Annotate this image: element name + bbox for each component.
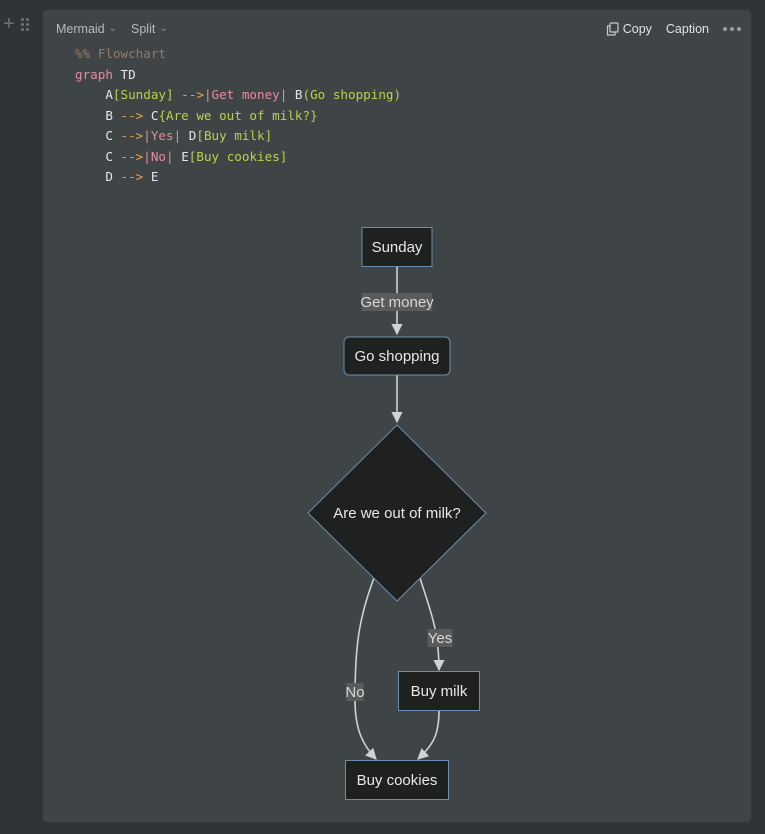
flowchart-node-e: Buy cookies: [345, 760, 449, 800]
block-handle: +: [3, 14, 29, 34]
edge-c-e: [354, 577, 377, 760]
flowchart-node-b: Go shopping: [343, 336, 451, 376]
edge-label-text: Get money: [360, 294, 434, 311]
flowchart-node-a: Sunday: [361, 227, 433, 267]
node-label: Go shopping: [354, 348, 439, 365]
drag-handle-icon[interactable]: [20, 17, 29, 31]
edge-label: Get money: [360, 293, 434, 311]
edge-label-text: No: [345, 684, 364, 701]
node-label: Buy cookies: [357, 772, 438, 789]
edge-c-d: [419, 577, 445, 672]
node-label: Sunday: [372, 239, 423, 256]
mermaid-code-block: Mermaid ⌄ Split ⌄ Copy Caption %% Flowch…: [43, 10, 751, 822]
edge-label-text: Yes: [428, 630, 452, 647]
edge-label: Yes: [427, 629, 453, 647]
mermaid-diagram: Get money Yes No Sunday Go shopping Are we o…: [307, 227, 487, 800]
node-label: Are we out of milk?: [333, 505, 461, 522]
flowchart-node-d: Buy milk: [398, 671, 480, 711]
edge-d-e: [417, 710, 440, 760]
edge-label: No: [345, 683, 365, 701]
node-label: Buy milk: [411, 683, 468, 700]
plus-icon[interactable]: +: [3, 14, 15, 34]
flowchart-node-c: Are we out of milk?: [307, 424, 487, 602]
